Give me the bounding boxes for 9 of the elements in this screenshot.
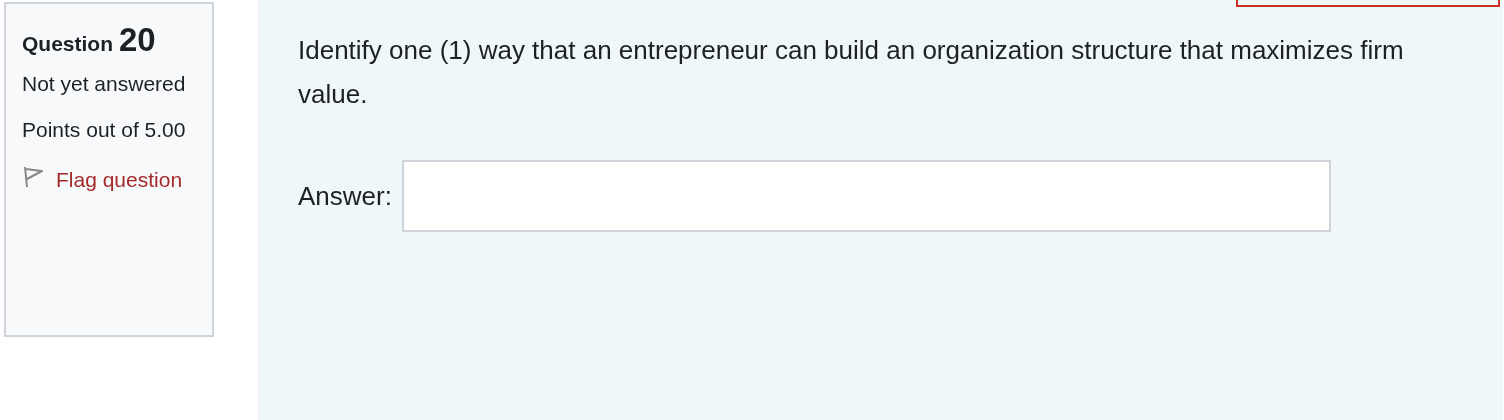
flag-question-link[interactable]: Flag question xyxy=(22,162,196,198)
question-label: Question xyxy=(22,31,113,57)
flag-icon xyxy=(22,165,46,189)
points-text: Points out of 5.00 xyxy=(22,117,187,143)
question-number: 20 xyxy=(119,20,156,60)
question-text: Identify one (1) way that an entrepreneur can build an organization structure that maximizes firm value. xyxy=(298,34,1405,111)
answer-field[interactable] xyxy=(401,160,1331,232)
answer-status: Not yet answered xyxy=(22,71,187,97)
answer-label: Answer: xyxy=(298,179,392,213)
